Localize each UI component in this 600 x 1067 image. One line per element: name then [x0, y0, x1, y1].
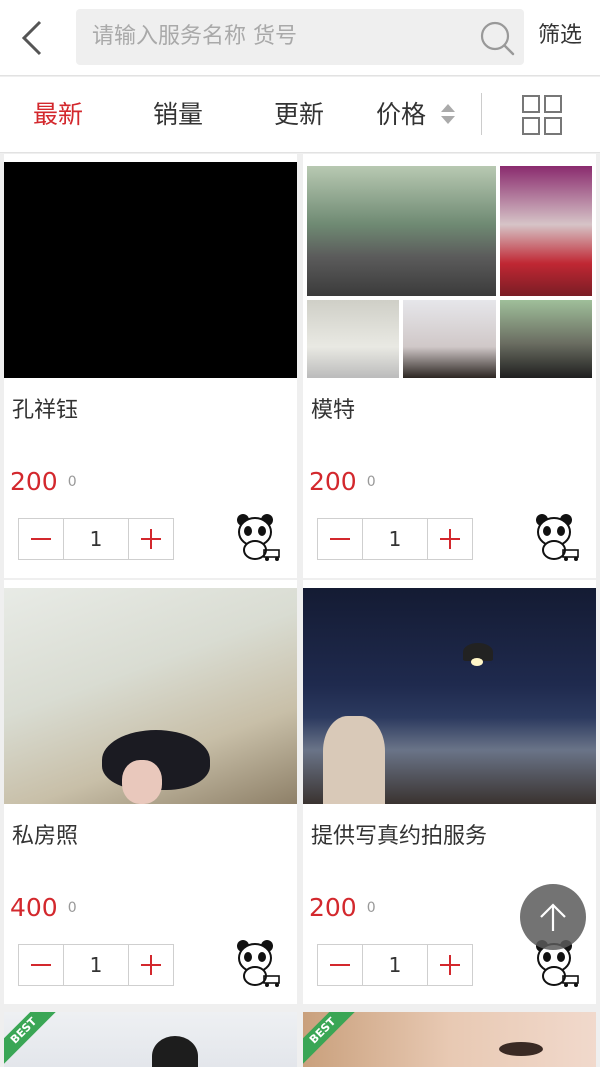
increase-button[interactable]	[129, 519, 173, 559]
increase-button[interactable]	[428, 945, 472, 985]
increase-button[interactable]	[428, 519, 472, 559]
filter-button[interactable]: 筛选	[538, 0, 582, 72]
product-title[interactable]: 提供写真约拍服务	[311, 818, 487, 850]
tab-sales[interactable]: 销量	[153, 77, 203, 153]
tab-updated[interactable]: 更新	[274, 77, 324, 153]
price-value: 200	[309, 893, 357, 922]
best-badge: BEST	[303, 1012, 358, 1066]
quantity-value[interactable]: 1	[63, 945, 129, 985]
quantity-stepper: 1	[317, 518, 473, 560]
tab-newest[interactable]: 最新	[33, 77, 83, 153]
quantity-value[interactable]: 1	[362, 519, 428, 559]
photo-hair-shape	[152, 1036, 198, 1067]
panda-cart-icon[interactable]	[231, 510, 283, 562]
decrease-button[interactable]	[318, 519, 362, 559]
search-input[interactable]: 请输入服务名称 货号	[76, 9, 524, 65]
photo-face-shape	[122, 760, 162, 804]
stock-count: 0	[366, 474, 376, 490]
product-price: 400 0	[10, 893, 77, 922]
price-value: 400	[10, 893, 58, 922]
increase-button[interactable]	[129, 945, 173, 985]
search-placeholder: 请输入服务名称 货号	[92, 24, 297, 49]
photo-eye-shape	[499, 1042, 543, 1056]
minus-icon	[31, 538, 51, 540]
quantity-value[interactable]: 1	[362, 945, 428, 985]
panda-cart-icon[interactable]	[231, 936, 283, 988]
tab-price-label: 价格	[376, 100, 427, 129]
best-badge: BEST	[4, 1012, 59, 1066]
quantity-value[interactable]: 1	[63, 519, 129, 559]
product-image[interactable]	[303, 162, 596, 378]
quantity-stepper: 1	[18, 944, 174, 986]
minus-icon	[330, 538, 350, 540]
back-to-top-button[interactable]	[520, 884, 586, 950]
product-price: 200 0	[10, 467, 77, 496]
panda-cart-icon[interactable]	[530, 510, 582, 562]
minus-icon	[330, 964, 350, 966]
product-card[interactable]: 孔祥钰 200 0 1	[4, 154, 297, 578]
arrow-up-icon	[540, 903, 566, 931]
tab-price[interactable]: 价格	[376, 77, 456, 153]
top-bar: 请输入服务名称 货号 筛选	[0, 0, 600, 76]
product-card[interactable]: 模特 200 0 1	[303, 154, 596, 578]
sort-bar: 最新 销量 更新 价格	[0, 77, 600, 153]
decrease-button[interactable]	[19, 945, 63, 985]
chevron-left-icon	[21, 20, 42, 56]
collage-photo-small-2	[403, 300, 496, 378]
product-card-partial[interactable]: BEST	[303, 1012, 596, 1067]
product-image[interactable]	[4, 588, 297, 804]
stock-count: 0	[67, 900, 77, 916]
plus-icon	[141, 529, 161, 549]
product-image[interactable]	[4, 162, 297, 378]
photo-light-shape	[471, 658, 483, 666]
product-title[interactable]: 私房照	[12, 818, 78, 850]
product-price: 200 0	[309, 467, 376, 496]
collage-photo-small-3	[500, 300, 592, 378]
quantity-stepper: 1	[18, 518, 174, 560]
back-button[interactable]	[14, 16, 50, 60]
product-price: 200 0	[309, 893, 376, 922]
decrease-button[interactable]	[318, 945, 362, 985]
plus-icon	[440, 529, 460, 549]
photo-person-shape	[323, 716, 385, 804]
stock-count: 0	[67, 474, 77, 490]
collage-photo-small-1	[307, 300, 399, 378]
plus-icon	[141, 955, 161, 975]
price-value: 200	[10, 467, 58, 496]
price-value: 200	[309, 467, 357, 496]
minus-icon	[31, 964, 51, 966]
collage-photo-side	[500, 166, 592, 296]
quantity-stepper: 1	[317, 944, 473, 986]
collage-photo-main	[307, 166, 496, 296]
product-title[interactable]: 模特	[311, 392, 355, 424]
product-card-partial[interactable]: BEST	[4, 1012, 297, 1067]
sort-arrows-icon	[440, 104, 455, 124]
product-image[interactable]	[303, 588, 596, 804]
search-icon[interactable]	[478, 19, 516, 57]
stock-count: 0	[366, 900, 376, 916]
grid-view-icon[interactable]	[522, 95, 562, 135]
decrease-button[interactable]	[19, 519, 63, 559]
product-title[interactable]: 孔祥钰	[12, 392, 78, 424]
plus-icon	[440, 955, 460, 975]
product-card[interactable]: 私房照 400 0 1	[4, 580, 297, 1004]
sort-divider	[481, 93, 482, 135]
